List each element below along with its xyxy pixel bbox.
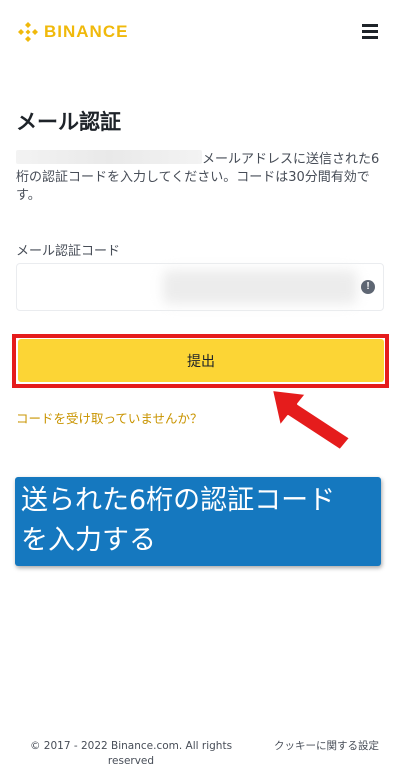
verification-code-input[interactable] (17, 264, 347, 310)
header: BINANCE (0, 0, 400, 64)
binance-logo[interactable]: BINANCE (16, 20, 128, 44)
cookie-settings-link[interactable]: クッキーに関する設定 (274, 739, 386, 754)
code-field-label: メール認証コード (16, 244, 121, 259)
submit-button[interactable]: 提出 (18, 339, 384, 382)
callout-line-2: を入力する (21, 525, 156, 556)
copyright-text: © 2017 - 2022 Binance.com. All rights re… (29, 740, 233, 767)
verification-code-field[interactable]: ! (16, 263, 384, 311)
callout-line-1: 送られた6桁の認証コード (21, 485, 336, 516)
binance-logo-icon (18, 22, 38, 42)
page-title: メール認証 (16, 110, 121, 134)
pointer-arrow-icon (271, 389, 351, 451)
info-icon[interactable]: ! (361, 280, 375, 294)
description-text: メールアドレスに送信された6桁の認証コードを入力してください。コードは30分間有… (16, 150, 386, 205)
instruction-callout: 送られた6桁の認証コード を入力する (15, 477, 381, 566)
hamburger-menu-icon[interactable] (360, 22, 382, 42)
resend-code-link[interactable]: コードを受け取っていませんか？ (16, 408, 203, 427)
brand-name: BINANCE (44, 22, 129, 41)
masked-email (16, 150, 202, 164)
